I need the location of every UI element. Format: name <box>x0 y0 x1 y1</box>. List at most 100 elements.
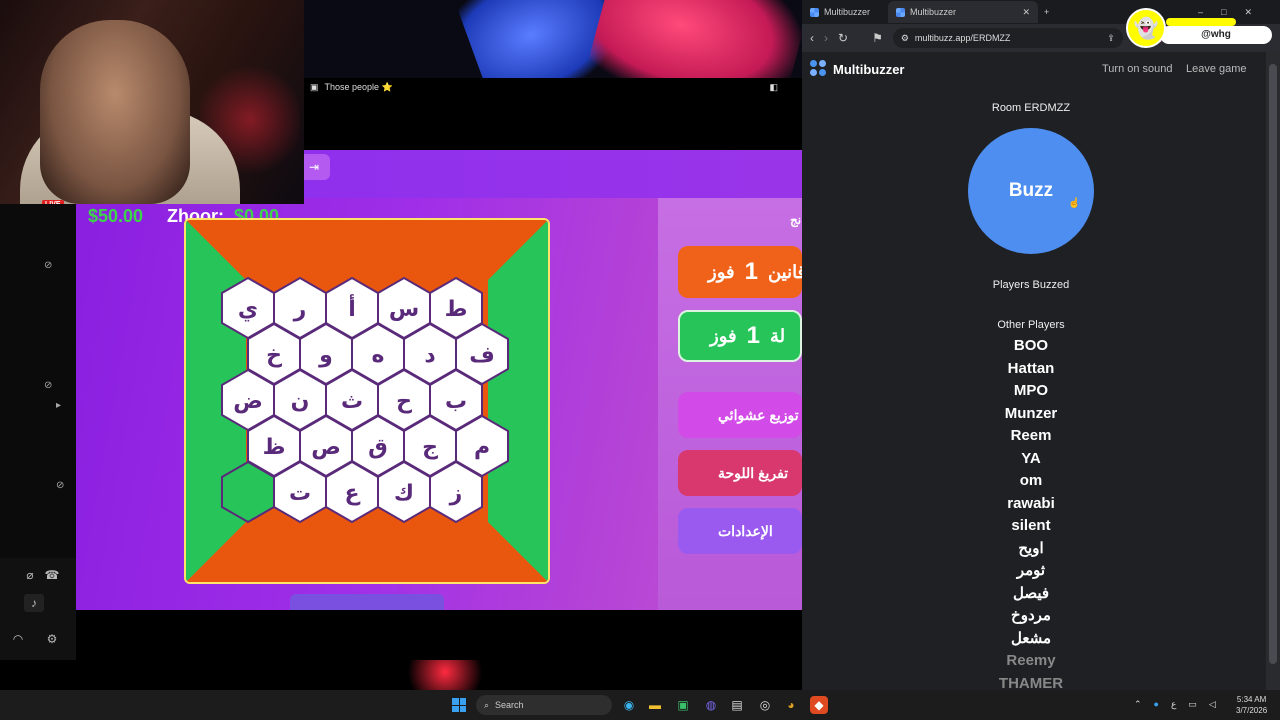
hex-letter: س <box>389 297 419 322</box>
multibuzzer-logo-icon <box>810 60 828 78</box>
team-green-prefix: فوز <box>710 325 737 346</box>
pink-hair-art <box>585 0 802 78</box>
player-item: MPO <box>1013 382 1049 399</box>
windows-taskbar: ⌕ Search ◉ ▬ ▣ ◍ ▤ ◎ ◕ ◆ ⌃ ● ع ▭ ◁ 5:34 … <box>0 690 1280 720</box>
hex-letter: ف <box>469 343 495 368</box>
language-icon[interactable]: ع <box>1171 699 1176 710</box>
new-tab-icon[interactable]: + <box>1044 7 1049 17</box>
mute-icon[interactable]: ⊘ <box>44 260 52 271</box>
clock-time: 5:34 AM <box>1236 695 1267 704</box>
hex-letter: ج <box>422 435 438 460</box>
back-icon[interactable]: ‹ <box>810 31 814 45</box>
hex-letter: ز <box>449 481 463 506</box>
team-orange-button[interactable]: فوز 1 قانين <box>678 246 806 298</box>
team-green-button[interactable]: فوز 1 لة <box>678 310 802 362</box>
leave-game-link[interactable]: Leave game <box>1186 63 1247 75</box>
player-item: silent <box>1011 517 1051 534</box>
turn-on-sound-link[interactable]: Turn on sound <box>1102 63 1173 75</box>
team-orange-name: قانين <box>767 261 807 282</box>
player-item: YA <box>1021 449 1041 467</box>
hex-letter: ث <box>341 389 363 414</box>
red-art-glow <box>400 660 490 690</box>
close-tab-icon[interactable]: ✕ <box>1022 7 1030 18</box>
hex-letter: ن <box>291 389 310 414</box>
clear-board-button[interactable]: تفريغ اللوحة <box>678 450 802 496</box>
hex-board-svg: ي ر أ س ط خ و ه د ف ض ن ث ح ب ظ ص ق ج م ت ع ك ز <box>186 220 548 582</box>
settings-button[interactable]: الإعدادات <box>678 508 802 554</box>
other-players-heading: Other Players <box>997 319 1065 331</box>
voice-controls: ⌀ ☎ ♪ ◠ ⚙ <box>0 558 76 660</box>
user-avatar-icon: ▣ <box>310 81 319 92</box>
page-scrollbar[interactable] <box>1266 52 1280 690</box>
network-icon[interactable]: ▭ <box>1188 699 1197 710</box>
buzz-button[interactable]: Buzz <box>968 128 1094 254</box>
mute-icon[interactable]: ⊘ <box>44 380 52 391</box>
windows-start-icon[interactable] <box>452 698 466 712</box>
hangup-icon[interactable]: ☎ <box>42 566 62 584</box>
hex-letter: د <box>424 343 435 368</box>
snapchat-tag <box>1166 18 1236 26</box>
players-buzzed-heading: Players Buzzed <box>992 279 1070 291</box>
chrome-icon[interactable]: ◕ <box>782 696 800 714</box>
clock[interactable]: 5:34 AM 3/7/2026 <box>1236 694 1267 716</box>
player-item-disconnected: Reemy <box>1006 652 1056 669</box>
game-panel-heading: نج <box>790 213 802 227</box>
team-orange-prefix: فوز <box>708 261 735 282</box>
obs-icon[interactable]: ◎ <box>756 696 774 714</box>
player-item: ثومر <box>1016 562 1046 579</box>
headphones-icon[interactable]: ◠ <box>8 630 28 648</box>
browser-tab-2[interactable]: Multibuzzer ✕ <box>888 1 1039 23</box>
browser-tab-1[interactable]: Multibuzzer <box>802 1 878 23</box>
system-tray: ⌃ ● ع ▭ ◁ <box>1134 699 1216 710</box>
taskbar-search[interactable]: ⌕ Search <box>476 695 612 715</box>
discord-icon[interactable]: ◍ <box>702 696 720 714</box>
players-list: BOO Hattan MPO Munzer Reem YA om rawabi silent او… <box>802 335 1260 695</box>
site-info-icon[interactable]: ⚙ <box>901 33 909 44</box>
app-icon[interactable]: ▣ <box>674 696 692 714</box>
hex-letter: خ <box>266 343 282 368</box>
hex-letter: ق <box>368 435 388 460</box>
edge-icon[interactable]: ◉ <box>620 696 638 714</box>
hex-letter: ر <box>293 297 307 322</box>
webcam-feed <box>0 0 304 204</box>
browser-window: Multibuzzer Multibuzzer ✕ + –□✕ ‹ › ↻ ⚑ … <box>802 0 1280 692</box>
mute-icon[interactable]: ⊘ <box>56 480 64 491</box>
room-code: Room ERDMZZ <box>991 102 1071 114</box>
scrollbar-thumb[interactable] <box>1269 64 1277 664</box>
team-orange-count: 1 <box>744 258 758 285</box>
player-item: Munzer <box>1004 404 1058 422</box>
window-title: Those people ⭐ <box>324 81 393 92</box>
player-item: فيصل <box>1012 584 1050 602</box>
popout-icon[interactable]: ◧ <box>769 82 778 93</box>
microphone-icon[interactable]: ● <box>1154 699 1159 710</box>
bookmark-icon[interactable]: ⚑ <box>872 31 883 45</box>
snapchat-ghost-icon: 👻 <box>1126 8 1166 48</box>
bottom-panel-tab[interactable] <box>290 594 444 610</box>
player-item: مشعل <box>1010 629 1051 647</box>
snapchat-overlay: @whg 👻 <box>1126 8 1276 48</box>
mic-muted-icon[interactable]: ⌀ <box>20 566 40 584</box>
volume-icon[interactable]: ◁ <box>1209 699 1216 710</box>
multibuzzer-page: Multibuzzer Turn on sound Leave game Roo… <box>802 52 1266 692</box>
search-label: Search <box>495 700 524 710</box>
snapchat-handle: @whg <box>1160 26 1272 44</box>
player-item: BOO <box>1013 337 1049 354</box>
terminal-icon[interactable]: ▤ <box>728 696 746 714</box>
hex-letter: ص <box>311 435 341 460</box>
soundboard-icon[interactable]: ♪ <box>24 594 44 612</box>
tray-chevron-icon[interactable]: ⌃ <box>1134 699 1142 710</box>
hex-letter: ع <box>344 481 360 506</box>
settings-gear-icon[interactable]: ⚙ <box>42 630 62 648</box>
reload-icon[interactable]: ↻ <box>838 31 848 45</box>
file-explorer-icon[interactable]: ▬ <box>646 696 664 714</box>
random-distribute-button[interactable]: توزيع عشوائي <box>678 392 802 438</box>
url-field[interactable]: ⚙ multibuzz.app/ERDMZZ ⇪ <box>892 28 1123 48</box>
url-text: multibuzz.app/ERDMZZ <box>914 33 1011 43</box>
player-item: om <box>1019 472 1043 489</box>
share-icon[interactable]: ⇪ <box>1107 33 1115 44</box>
forward-icon[interactable]: › <box>824 31 828 45</box>
playstation-icon: ▸ <box>56 400 62 411</box>
brave-icon[interactable]: ◆ <box>810 696 828 714</box>
webcam-face <box>40 20 190 204</box>
tab-2-title: Multibuzzer <box>910 7 957 17</box>
